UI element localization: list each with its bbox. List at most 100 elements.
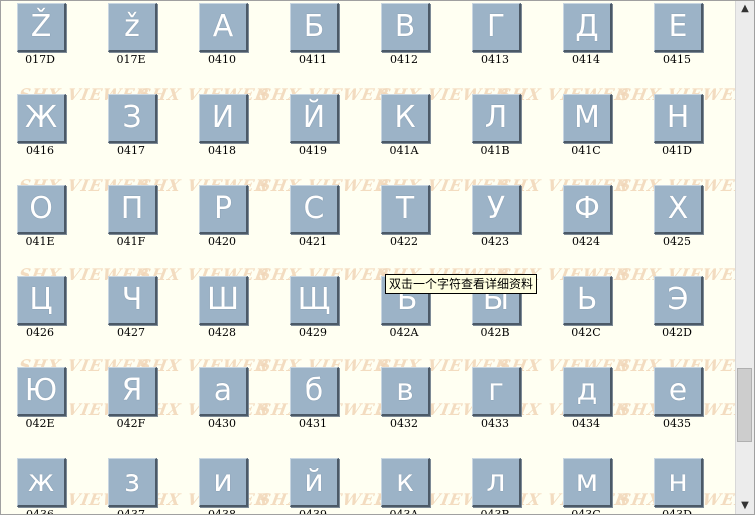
glyph-cell[interactable]: Д 0414 [553,3,629,83]
glyph-cell[interactable]: Щ 0429 [280,276,356,356]
glyph-tile[interactable]: З [108,94,157,143]
glyph-cell[interactable]: Э 042D [644,276,720,356]
glyph-cell[interactable]: З 0417 [98,94,174,174]
glyph-cell[interactable]: и 0438 [189,458,265,515]
glyph-tile[interactable]: Ь [563,276,612,325]
glyph-cell[interactable]: Е 0415 [644,3,720,83]
glyph-cell[interactable]: б 0431 [280,367,356,447]
glyph-cell[interactable]: Х 0425 [644,185,720,265]
glyph-tile[interactable]: Т [381,185,430,234]
glyph-cell[interactable]: Ц 0426 [7,276,83,356]
glyph-tile[interactable]: П [108,185,157,234]
scroll-down-icon[interactable]: ▼ [736,498,754,514]
glyph-tile[interactable]: У [472,185,521,234]
glyph-tile[interactable]: в [381,367,430,416]
glyph-tile[interactable]: А [199,3,248,52]
glyph-tile[interactable]: Щ [290,276,339,325]
glyph-tile[interactable]: Е [654,3,703,52]
glyph-cell[interactable]: д 0434 [553,367,629,447]
glyph-tile[interactable]: д [563,367,612,416]
glyph-cell[interactable]: Ч 0427 [98,276,174,356]
glyph-cell[interactable]: И 0418 [189,94,265,174]
glyph-code-label: 0438 [208,508,236,515]
glyph-tile[interactable]: и [199,458,248,507]
glyph-cell[interactable]: Ю 042E [7,367,83,447]
glyph-cell[interactable]: В 0412 [371,3,447,83]
glyph-tile[interactable]: Ч [108,276,157,325]
glyph-cell[interactable]: н 043D [644,458,720,514]
glyph-cell[interactable]: Г 0413 [462,3,538,83]
glyph-tile[interactable]: Э [654,276,703,325]
glyph-tile[interactable]: б [290,367,339,416]
vertical-scrollbar[interactable]: ▲ ▼ [735,1,754,514]
glyph-tile[interactable]: е [654,367,703,416]
glyph-tile[interactable]: Ц [17,276,66,325]
glyph-tile[interactable]: Ž [17,3,66,52]
glyph-cell[interactable]: Ь 042C [553,276,629,356]
glyph-tile[interactable]: В [381,3,430,52]
glyph-cell[interactable]: з 0437 [98,458,174,514]
glyph-code-label: 043A [389,508,419,515]
glyph-tile[interactable]: г [472,367,521,416]
glyph-cell[interactable]: в 0432 [371,367,447,447]
glyph-tile[interactable]: ж [17,458,66,507]
glyph-cell[interactable]: м 043C [553,458,629,514]
glyph-cell[interactable]: С 0421 [280,185,356,265]
glyph-cell[interactable]: Й 0419 [280,94,356,174]
glyph-cell[interactable]: Т 0422 [371,185,447,265]
glyph-tile[interactable]: К [381,94,430,143]
glyph-tile[interactable]: С [290,185,339,234]
glyph-tile[interactable]: ž [108,3,157,52]
glyph-tile[interactable]: й [290,458,339,507]
glyph-code-label: 042D [662,326,692,339]
glyph-cell[interactable]: й 0439 [280,458,356,514]
glyph-cell[interactable]: ж 0436 [7,458,83,514]
glyph-tile[interactable]: Д [563,3,612,52]
glyph-cell[interactable]: Ж 0416 [7,94,83,174]
glyph-tile[interactable]: Я [108,367,157,416]
glyph-cell[interactable]: К 041A [371,94,447,174]
glyph-cell[interactable]: М 041C [553,94,629,174]
glyph-cell[interactable]: а 0430 [189,367,265,447]
glyph-tile[interactable]: Н [654,94,703,143]
glyph-tile[interactable]: Й [290,94,339,143]
glyph-tile[interactable]: Р [199,185,248,234]
glyph-tile[interactable]: О [17,185,66,234]
glyph-cell[interactable]: О 041E [7,185,83,265]
glyph-tile[interactable]: л [472,458,521,507]
glyph-code-label: 0416 [26,144,54,157]
glyph-cell[interactable]: л 043B [462,458,538,514]
glyph-cell[interactable]: Ž 017D [7,3,83,83]
glyph-tile[interactable]: Ш [199,276,248,325]
glyph-cell[interactable]: Ш 0428 [189,276,265,356]
glyph-cell[interactable]: А 0410 [189,3,265,83]
glyph-tile[interactable]: М [563,94,612,143]
glyph-tile[interactable]: Г [472,3,521,52]
glyph-cell[interactable]: Л 041B [462,94,538,174]
glyph-tile[interactable]: Х [654,185,703,234]
glyph-cell[interactable]: Н 041D [644,94,720,174]
scroll-thumb[interactable] [737,368,752,442]
glyph-cell[interactable]: Б 0411 [280,3,356,83]
scroll-up-icon[interactable]: ▲ [736,1,754,17]
glyph-cell[interactable]: ž 017E [98,3,174,83]
glyph-cell[interactable]: Я 042F [98,367,174,447]
glyph-tile[interactable]: а [199,367,248,416]
glyph-cell[interactable]: Р 0420 [189,185,265,265]
glyph-tile[interactable]: н [654,458,703,507]
glyph-cell[interactable]: к 043A [371,458,447,515]
glyph-tile[interactable]: м [563,458,612,507]
glyph-cell[interactable]: Ф 0424 [553,185,629,265]
glyph-cell[interactable]: г 0433 [462,367,538,447]
glyph-tile[interactable]: Б [290,3,339,52]
glyph-tile[interactable]: Ф [563,185,612,234]
glyph-tile[interactable]: з [108,458,157,507]
glyph-cell[interactable]: У 0423 [462,185,538,265]
glyph-tile[interactable]: Л [472,94,521,143]
glyph-tile[interactable]: Ю [17,367,66,416]
glyph-cell[interactable]: П 041F [98,185,174,265]
glyph-tile[interactable]: И [199,94,248,143]
glyph-tile[interactable]: Ж [17,94,66,143]
glyph-tile[interactable]: к [381,458,430,507]
glyph-cell[interactable]: е 0435 [644,367,720,447]
